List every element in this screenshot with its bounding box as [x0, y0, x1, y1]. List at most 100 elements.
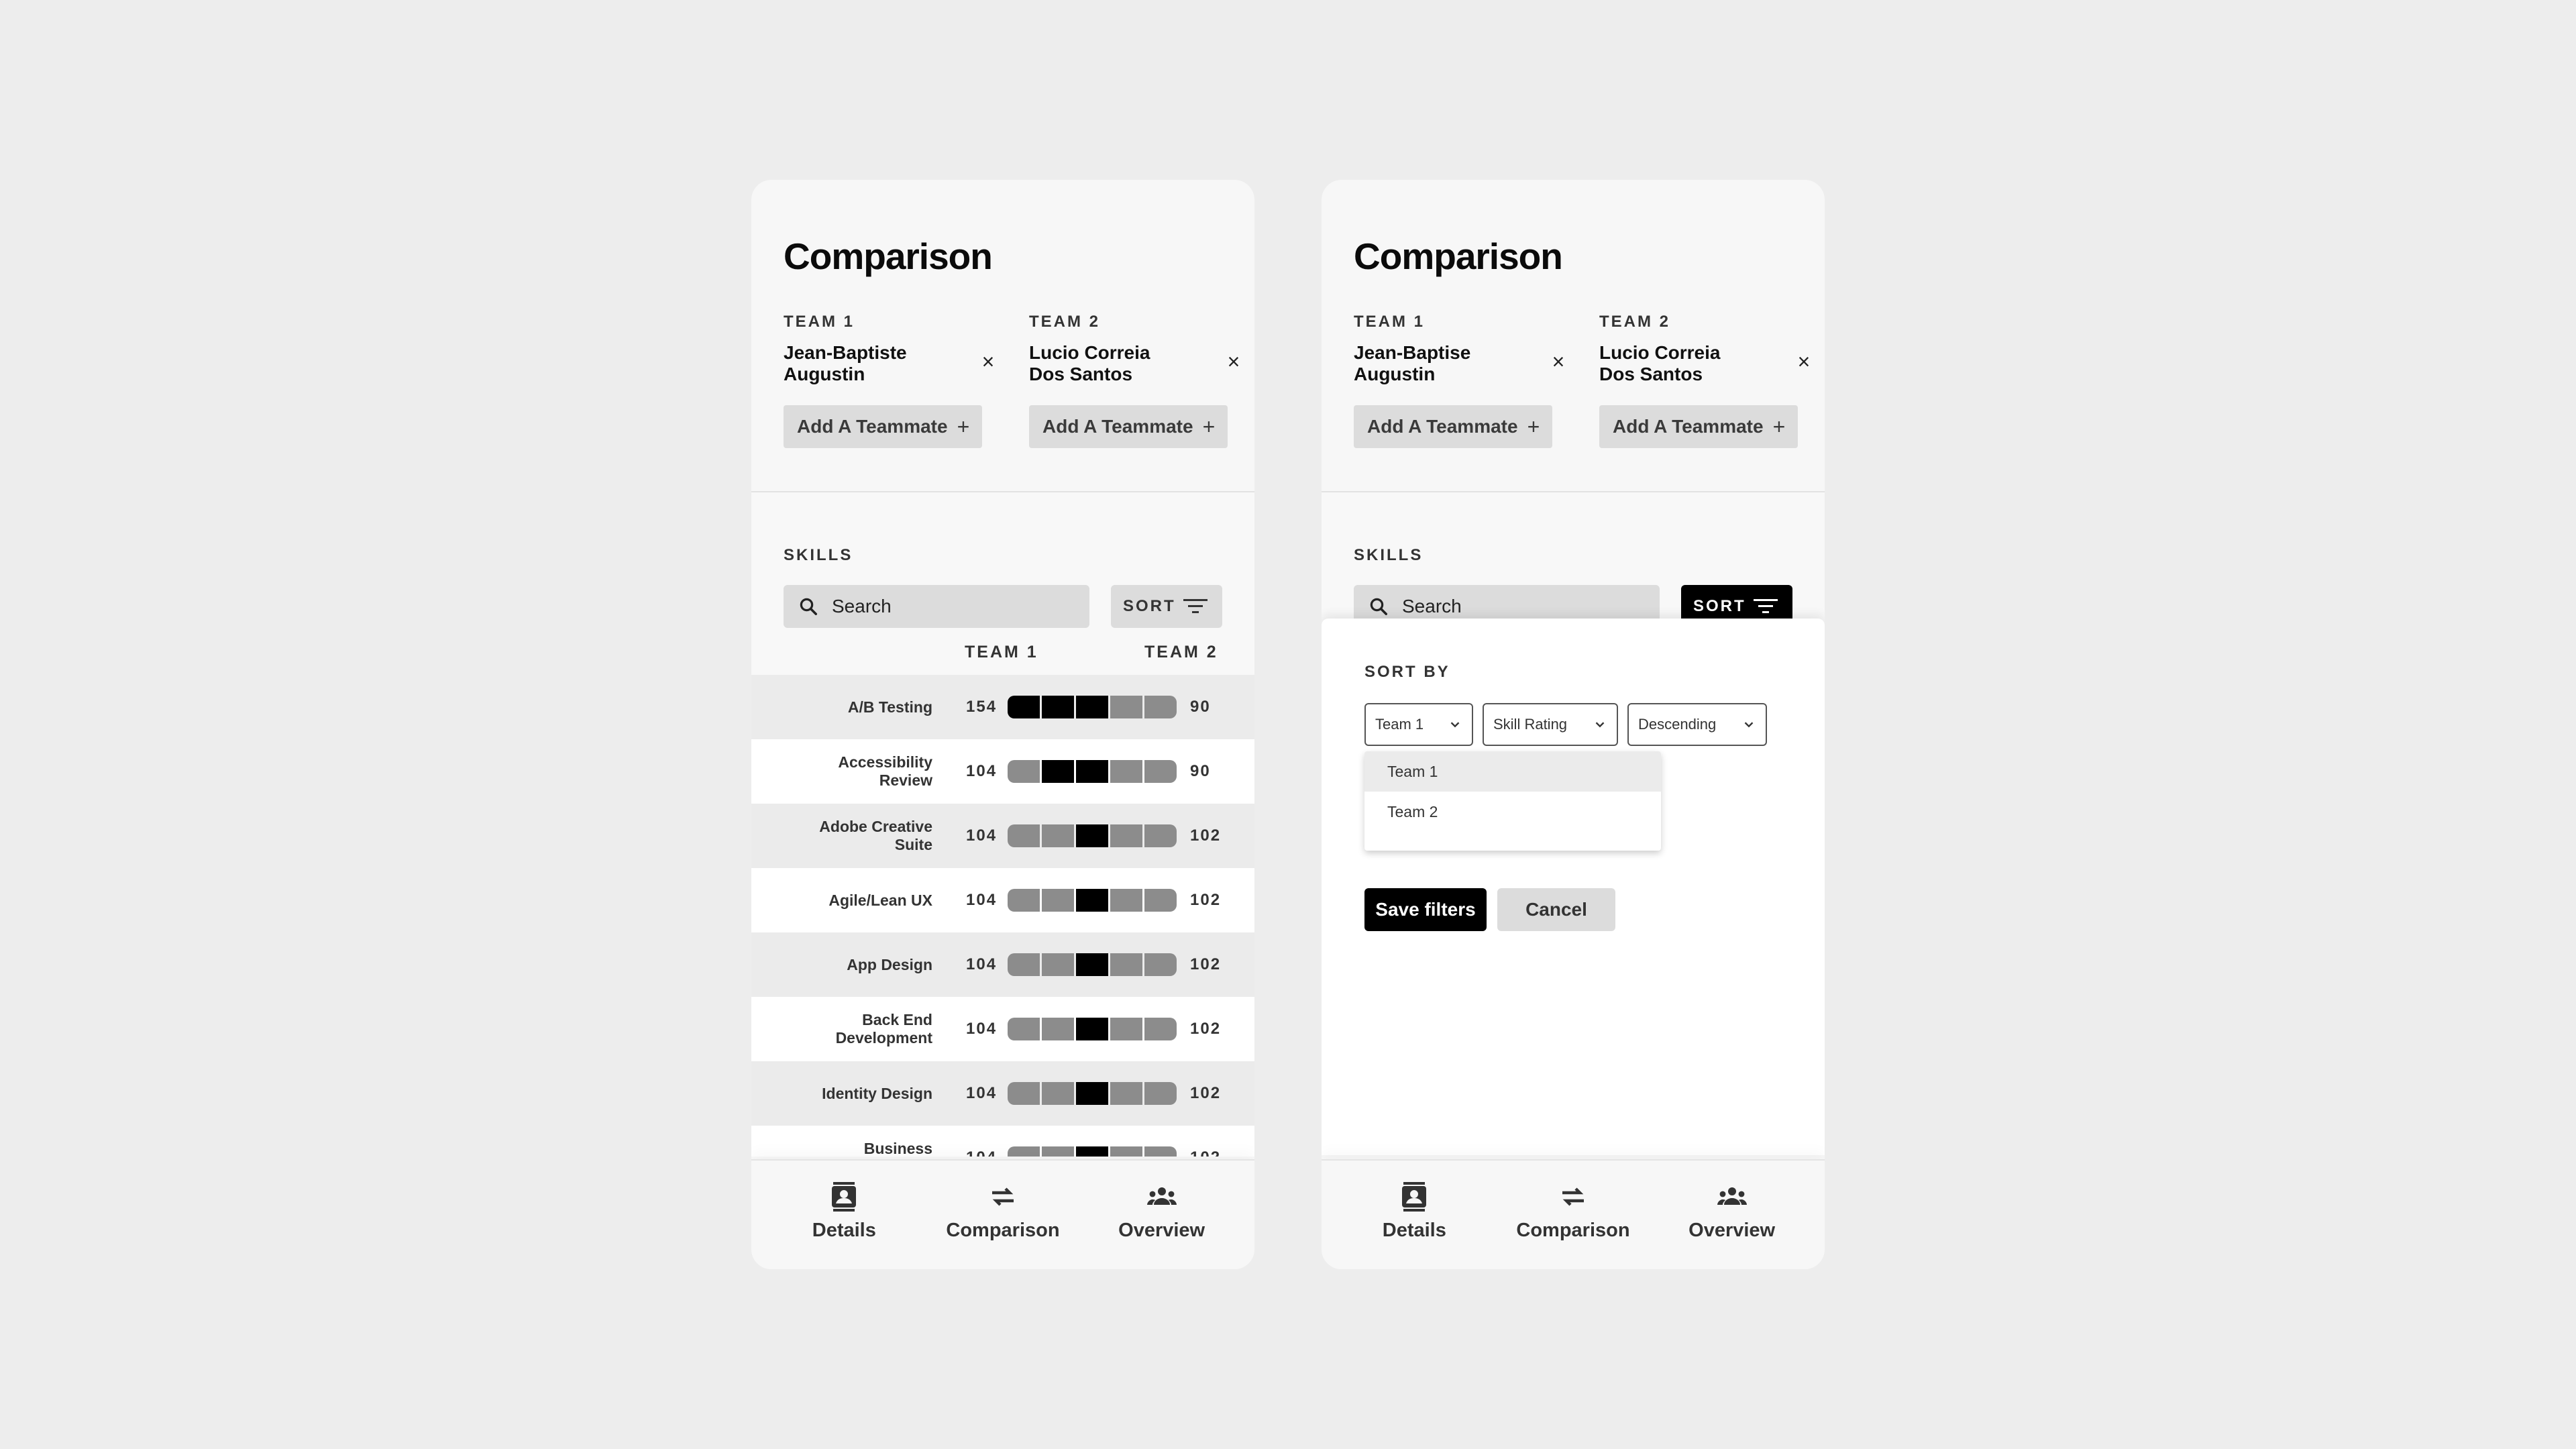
column-header-team-1: TEAM 1 — [965, 643, 1038, 661]
sort-button[interactable]: SORT — [1111, 585, 1222, 628]
tab-label: Overview — [1688, 1220, 1776, 1241]
chevron-down-icon — [1595, 722, 1605, 728]
group-icon — [1717, 1187, 1747, 1205]
comparison-bar — [1008, 824, 1177, 847]
skill-name: Adobe Creative Suite — [819, 818, 932, 853]
team-1-score: 104 — [966, 762, 998, 780]
member-name: Jean-Baptise Augustin — [1354, 342, 1471, 384]
metric-select[interactable]: Skill Rating — [1483, 703, 1618, 746]
add-teammate-button[interactable]: Add A Teammate + — [784, 405, 982, 448]
plus-icon: + — [1527, 414, 1540, 439]
bar-segment — [1110, 1018, 1142, 1040]
tab-label: Details — [1382, 1220, 1446, 1241]
dropdown-option-team-2[interactable]: Team 2 — [1364, 792, 1661, 832]
add-teammate-button[interactable]: Add A Teammate + — [1029, 405, 1228, 448]
swap-arrows-icon — [991, 1187, 1014, 1206]
comparison-bar — [1008, 1082, 1177, 1105]
bar-segment — [1144, 1082, 1177, 1105]
bottom-tab-bar: Details Comparison Overview — [751, 1159, 1254, 1269]
bar-segment — [1008, 889, 1040, 912]
add-teammate-label: Add A Teammate — [797, 416, 948, 437]
team-1-score: 104 — [966, 826, 998, 845]
sort-sheet: SORT BY Team 1 Skill Rating Descending T… — [1322, 619, 1825, 1155]
tab-overview[interactable]: Overview — [1095, 1161, 1229, 1269]
team-1-score: 154 — [966, 698, 998, 716]
team-1-score: 104 — [966, 955, 998, 973]
column-header-team-2: TEAM 2 — [1144, 643, 1218, 661]
bar-segment — [1008, 696, 1040, 718]
comparison-bar — [1008, 760, 1177, 783]
remove-member-close-icon[interactable]: × — [1224, 351, 1244, 372]
member-name: Jean-Baptiste Augustin — [784, 342, 907, 384]
team-select[interactable]: Team 1 — [1364, 703, 1473, 746]
table-row: Agile/Lean UX 104 102 — [751, 868, 1254, 932]
team-2-score: 102 — [1190, 1084, 1222, 1102]
bar-segment — [1110, 1082, 1142, 1105]
plus-icon: + — [1202, 414, 1216, 439]
tab-overview[interactable]: Overview — [1665, 1161, 1799, 1269]
tab-comparison[interactable]: Comparison — [1506, 1161, 1640, 1269]
team-2-score: 102 — [1190, 891, 1222, 909]
skill-name: Back End Development — [835, 1011, 932, 1046]
team-label: TEAM 2 — [1599, 313, 1671, 331]
search-icon — [1370, 598, 1387, 615]
save-filters-button[interactable]: Save filters — [1364, 888, 1487, 931]
team-2-section: TEAM 2 Lucio Correia Dos Santos × Add A … — [1029, 313, 1250, 448]
bar-segment — [1144, 824, 1177, 847]
bottom-tab-bar: Details Comparison Overview — [1322, 1159, 1825, 1269]
tab-details[interactable]: Details — [777, 1161, 911, 1269]
add-teammate-button[interactable]: Add A Teammate + — [1354, 405, 1552, 448]
plus-icon: + — [957, 414, 970, 439]
chevron-down-icon — [1744, 722, 1754, 728]
tab-details[interactable]: Details — [1347, 1161, 1481, 1269]
comparison-bar — [1008, 1018, 1177, 1040]
bar-segment — [1110, 824, 1142, 847]
remove-member-close-icon[interactable]: × — [1794, 351, 1814, 372]
dropdown-option-team-1[interactable]: Team 1 — [1364, 751, 1661, 792]
team-label: TEAM 2 — [1029, 313, 1101, 331]
bar-segment — [1008, 1146, 1040, 1157]
team-1-section: TEAM 1 Jean-Baptiste Augustin × Add A Te… — [784, 313, 1005, 448]
add-teammate-label: Add A Teammate — [1042, 416, 1193, 437]
comparison-sort-screen: Comparison TEAM 1 Jean-Baptise Augustin … — [1322, 180, 1825, 1269]
bar-segment — [1042, 953, 1074, 976]
select-value: Team 1 — [1375, 716, 1424, 733]
team-1-score: 104 — [966, 1148, 997, 1157]
comparison-bar — [1008, 953, 1177, 976]
skills-label: SKILLS — [1354, 546, 1424, 564]
bar-segment — [1110, 760, 1142, 783]
search-input[interactable]: Search — [784, 585, 1089, 628]
cancel-button[interactable]: Cancel — [1497, 888, 1615, 931]
order-select[interactable]: Descending — [1627, 703, 1767, 746]
tab-comparison[interactable]: Comparison — [936, 1161, 1070, 1269]
bar-segment — [1144, 1146, 1177, 1157]
remove-member-close-icon[interactable]: × — [1548, 351, 1568, 372]
contact-card-icon — [832, 1182, 857, 1212]
add-teammate-button[interactable]: Add A Teammate + — [1599, 405, 1798, 448]
remove-member-close-icon[interactable]: × — [978, 351, 998, 372]
search-icon — [800, 598, 817, 615]
table-row: A/B Testing 154 90 — [751, 675, 1254, 739]
team-2-score: 102 — [1190, 955, 1222, 973]
skill-name: Business Analytics — [863, 1140, 932, 1157]
bar-segment — [1076, 953, 1108, 976]
search-placeholder: Search — [1402, 596, 1462, 616]
swap-arrows-icon — [1562, 1187, 1584, 1206]
bar-segment — [1042, 1018, 1074, 1040]
contact-card-icon — [1402, 1182, 1427, 1212]
bar-segment — [1076, 824, 1108, 847]
tab-label: Overview — [1118, 1220, 1205, 1241]
bar-segment — [1076, 760, 1108, 783]
bar-segment — [1110, 1146, 1142, 1157]
team-label: TEAM 1 — [1354, 313, 1426, 331]
bar-segment — [1076, 889, 1108, 912]
bar-segment — [1110, 696, 1142, 718]
page-title: Comparison — [1354, 235, 1563, 277]
select-value: Descending — [1638, 716, 1717, 733]
plus-icon: + — [1772, 414, 1786, 439]
skills-section: SKILLS Search SORT TEAM 1 TEAM 2 A/B Tes… — [751, 492, 1254, 1269]
bar-segment — [1042, 1146, 1074, 1157]
skills-table: A/B Testing 154 90 Accessibility Review 104 9… — [751, 675, 1254, 1157]
comparison-bar — [1008, 1146, 1177, 1157]
team-1-score: 104 — [966, 1084, 998, 1102]
